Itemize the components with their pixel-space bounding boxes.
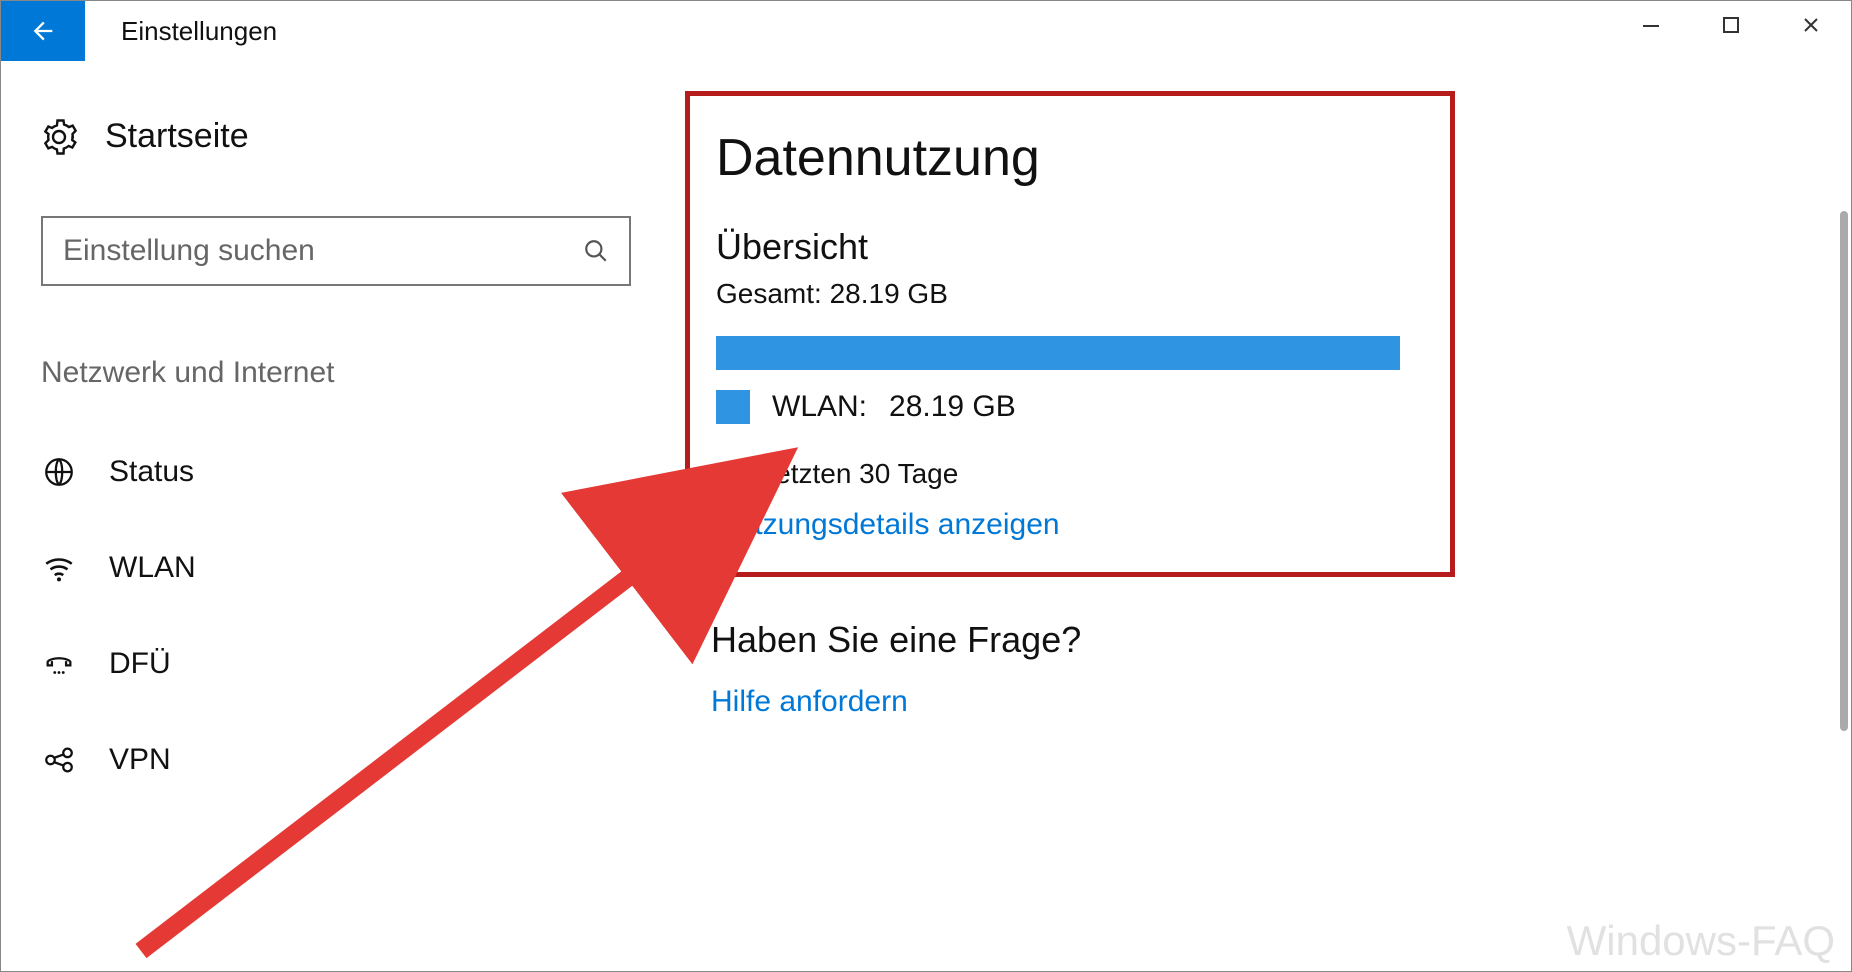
legend-swatch: [716, 390, 750, 424]
dialup-icon: [41, 647, 77, 681]
sidebar-item-status[interactable]: Status: [41, 424, 641, 520]
page-title: Datennutzung: [716, 128, 1424, 188]
sidebar-item-vpn[interactable]: VPN: [41, 712, 641, 808]
highlight-annotation: Datennutzung Übersicht Gesamt: 28.19 GB …: [685, 91, 1455, 577]
minimize-icon: [1641, 15, 1661, 35]
search-box[interactable]: [41, 216, 631, 286]
overview-heading: Übersicht: [716, 226, 1424, 268]
minimize-button[interactable]: [1611, 1, 1691, 49]
sidebar-item-wlan[interactable]: WLAN: [41, 520, 641, 616]
maximize-button[interactable]: [1691, 1, 1771, 49]
window-controls: [1611, 1, 1851, 49]
sidebar-item-label: WLAN: [109, 551, 196, 585]
main-content: Datennutzung Übersicht Gesamt: 28.19 GB …: [681, 61, 1851, 972]
close-icon: [1802, 16, 1820, 34]
globe-icon: [41, 455, 77, 489]
section-heading: Netzwerk und Internet: [41, 356, 641, 390]
usage-bar: [716, 336, 1400, 370]
close-button[interactable]: [1771, 1, 1851, 49]
usage-details-link[interactable]: Nutzungsdetails anzeigen: [716, 508, 1424, 542]
search-icon: [583, 238, 609, 264]
settings-window: Einstellungen Startseite: [0, 0, 1852, 972]
home-link[interactable]: Startseite: [41, 117, 641, 156]
legend-label: WLAN:: [772, 390, 867, 424]
back-button[interactable]: [1, 1, 85, 61]
watermark: Windows-FAQ: [1567, 917, 1835, 965]
sidebar-item-label: DFÜ: [109, 647, 171, 681]
sidebar: Startseite Netzwerk und Internet Status …: [1, 61, 681, 972]
scrollbar-thumb[interactable]: [1840, 211, 1848, 731]
maximize-icon: [1722, 16, 1740, 34]
titlebar: Einstellungen: [1, 1, 1851, 61]
sidebar-item-label: Status: [109, 455, 194, 489]
sidebar-item-dialup[interactable]: DFÜ: [41, 616, 641, 712]
period-text: Der letzten 30 Tage: [716, 458, 1424, 490]
legend-row: WLAN: 28.19 GB: [716, 390, 1424, 424]
total-usage: Gesamt: 28.19 GB: [716, 278, 1424, 310]
help-section: Haben Sie eine Frage? Hilfe anfordern: [711, 619, 1851, 719]
vpn-icon: [41, 743, 77, 777]
window-title: Einstellungen: [121, 16, 277, 47]
gear-icon: [41, 119, 77, 155]
help-heading: Haben Sie eine Frage?: [711, 619, 1851, 661]
legend-value: 28.19 GB: [889, 390, 1016, 424]
wifi-icon: [41, 551, 77, 585]
home-label: Startseite: [105, 117, 249, 156]
search-input[interactable]: [63, 234, 583, 268]
sidebar-item-label: VPN: [109, 743, 171, 777]
back-arrow-icon: [29, 17, 57, 45]
help-link[interactable]: Hilfe anfordern: [711, 685, 1851, 719]
